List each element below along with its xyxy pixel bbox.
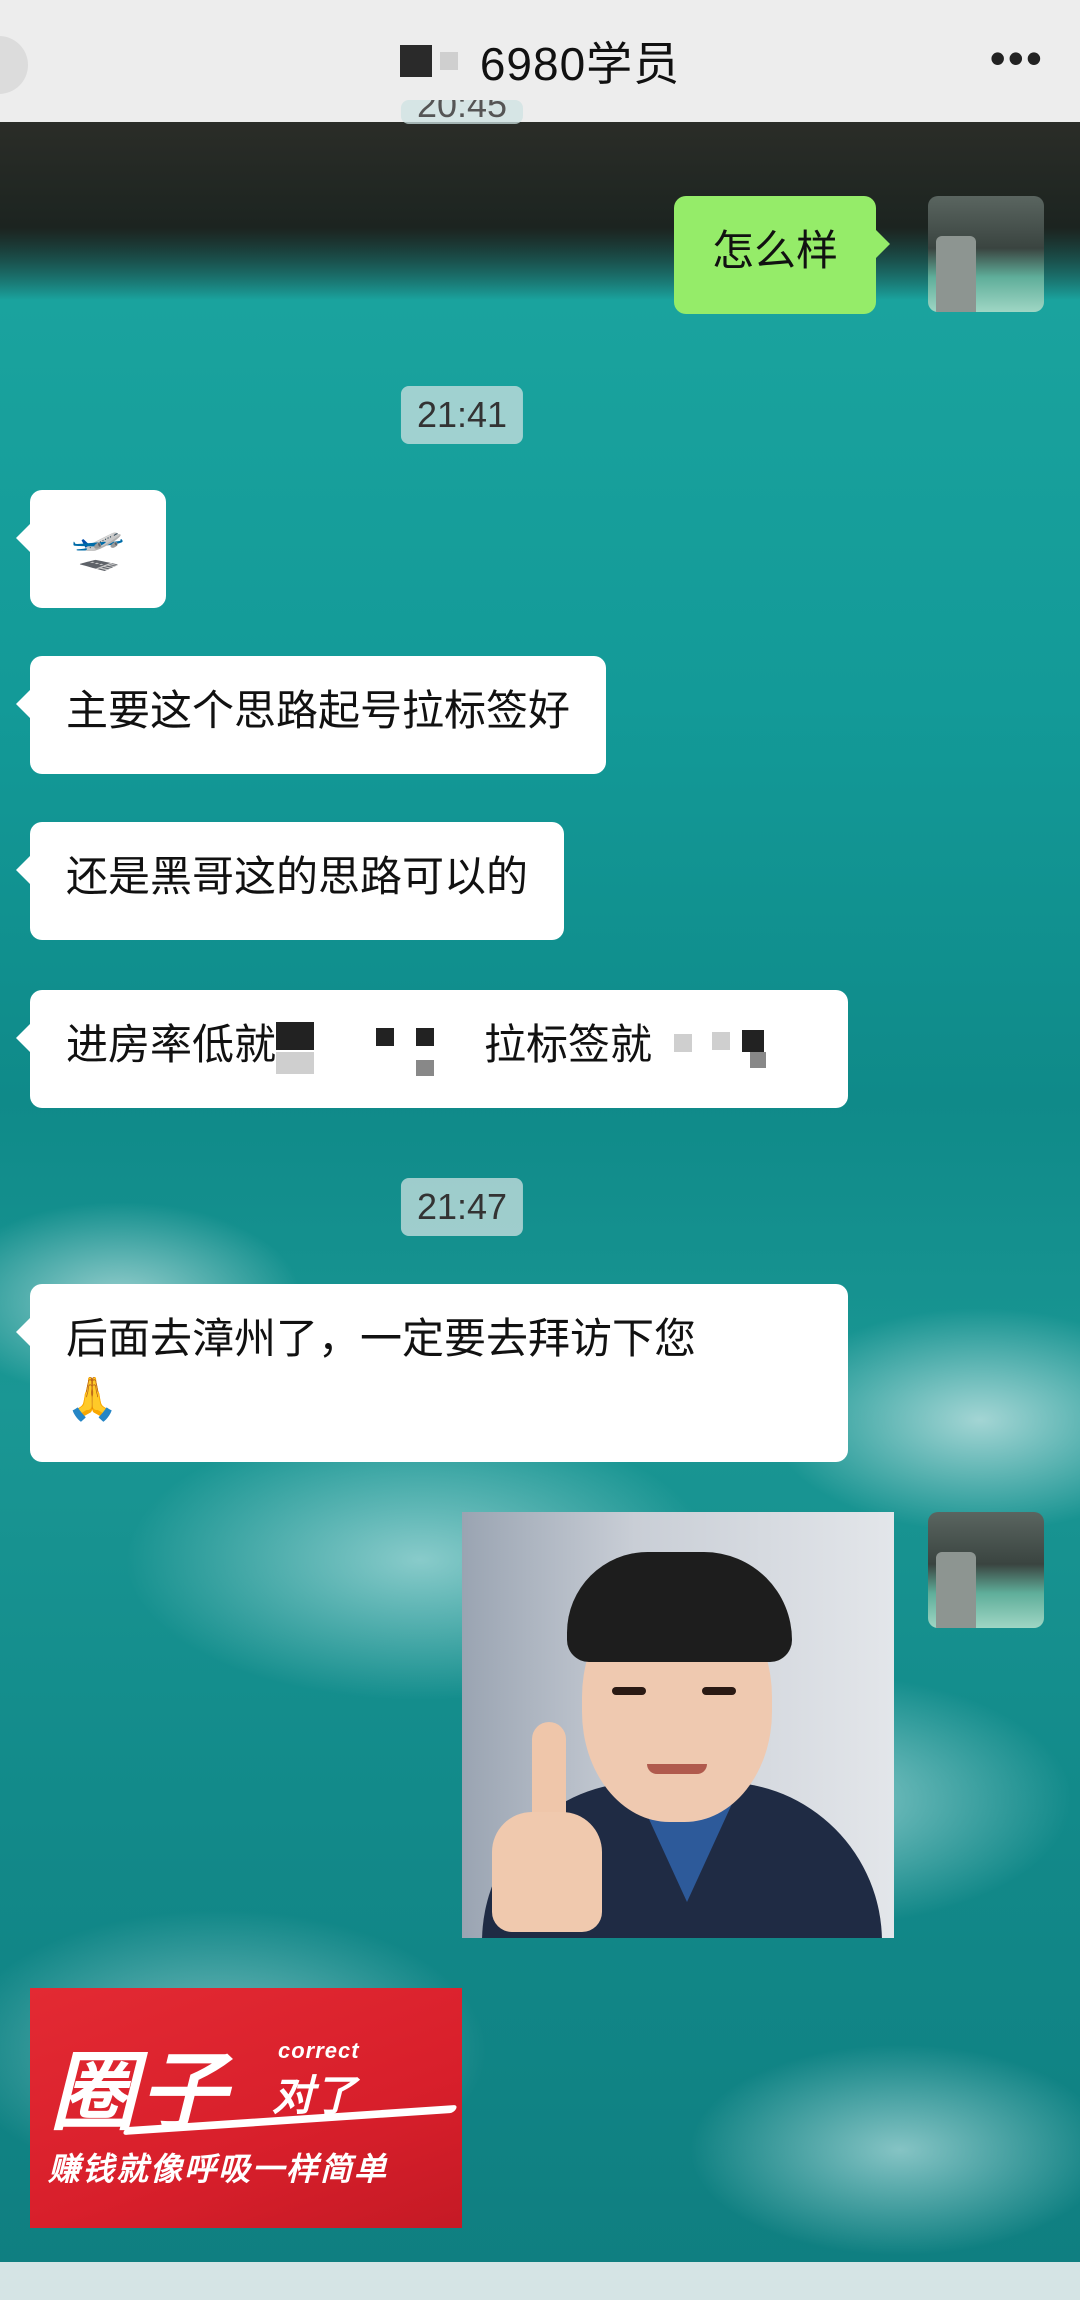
chat-background-cliff bbox=[0, 120, 1080, 300]
received-message-bubble[interactable]: 主要这个思路起号拉标签好 bbox=[15, 656, 607, 774]
message-text: 还是黑哥这的思路可以的 bbox=[66, 853, 529, 900]
message-text: 主要这个思路起号拉标签好 bbox=[66, 687, 571, 734]
title-mosaic-small bbox=[439, 52, 458, 70]
my-avatar[interactable] bbox=[928, 1512, 1044, 1628]
message-text-part: 拉标签就 bbox=[484, 1021, 653, 1068]
message-text: 后面去漳州了，一定要去拜访下您 bbox=[66, 1315, 697, 1362]
redacted-mosaic bbox=[376, 1018, 442, 1078]
chat-title: 6980学员 bbox=[479, 38, 681, 90]
sent-image-thumbs-up[interactable] bbox=[462, 1512, 894, 1938]
received-message-bubble[interactable]: 🛫 bbox=[16, 490, 166, 608]
pray-emoji: 🙏 bbox=[66, 1375, 119, 1422]
timestamp: 21:41 bbox=[400, 386, 524, 444]
banner-english: correct bbox=[278, 2038, 360, 2063]
received-message-bubble[interactable]: 还是黑哥这的思路可以的 bbox=[15, 822, 565, 940]
chat-background bbox=[0, 0, 1080, 2300]
airplane-emoji: 🛫 bbox=[70, 523, 126, 572]
my-avatar[interactable] bbox=[928, 196, 1044, 312]
title-mosaic bbox=[399, 45, 432, 77]
timestamp-top: 20:45 bbox=[400, 100, 524, 124]
received-message-bubble[interactable]: 后面去漳州了，一定要去拜访下您 🙏 bbox=[16, 1284, 848, 1462]
banner-slogan: 赚钱就像呼吸一样简单 bbox=[48, 2151, 389, 2187]
message-text-part: 进房率低就 bbox=[66, 1021, 277, 1068]
received-message-bubble[interactable]: 进房率低就 拉标签就 bbox=[16, 990, 848, 1108]
redacted-mosaic bbox=[652, 1018, 772, 1078]
redacted-mosaic bbox=[276, 1018, 376, 1078]
timestamp: 21:47 bbox=[400, 1178, 524, 1236]
chat-title-area: 6980学员 bbox=[0, 0, 1080, 122]
message-text: 怎么样 bbox=[712, 227, 839, 274]
input-bar-edge bbox=[0, 2262, 1080, 2300]
promo-banner-image[interactable]: 圈子 correct 对了 赚钱就像呼吸一样简单 bbox=[30, 1988, 462, 2228]
more-dots-icon[interactable]: ••• bbox=[990, 35, 1044, 81]
sent-message-bubble[interactable]: 怎么样 bbox=[674, 196, 891, 314]
